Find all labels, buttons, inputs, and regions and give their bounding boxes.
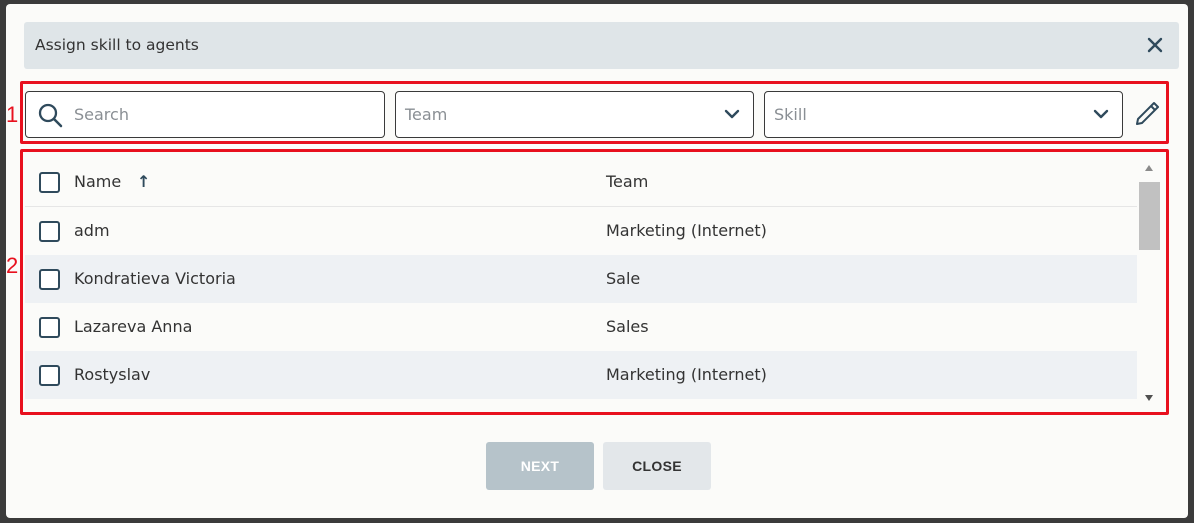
close-button[interactable]: CLOSE <box>603 442 711 490</box>
scrollbar-thumb[interactable] <box>1139 182 1160 250</box>
search-icon <box>38 103 63 128</box>
next-button[interactable]: NEXT <box>486 442 594 490</box>
row-name: Kondratieva Victoria <box>74 269 236 288</box>
close-icon[interactable] <box>1144 34 1166 56</box>
table-row[interactable]: Rostyslav Marketing (Internet) <box>25 351 1137 399</box>
row-name: adm <box>74 221 110 240</box>
skill-placeholder: Skill <box>774 105 807 124</box>
team-placeholder: Team <box>405 105 448 124</box>
row-checkbox[interactable] <box>39 221 60 242</box>
chevron-down-icon <box>724 109 740 119</box>
pencil-icon[interactable] <box>1133 100 1161 128</box>
scroll-up-arrow-icon[interactable] <box>1144 164 1154 172</box>
search-placeholder: Search <box>74 105 129 124</box>
scroll-down-arrow-icon[interactable] <box>1144 394 1154 402</box>
table-header-row: Name ↑ Team <box>25 158 1137 207</box>
annotation-marker-2: 2 <box>6 253 19 278</box>
sort-ascending-icon[interactable]: ↑ <box>137 173 151 191</box>
annotation-marker-1: 1 <box>6 102 19 127</box>
row-checkbox[interactable] <box>39 269 60 290</box>
row-name: Lazareva Anna <box>74 317 193 336</box>
row-team: Sale <box>606 269 641 288</box>
column-header-team[interactable]: Team <box>606 172 648 191</box>
row-checkbox[interactable] <box>39 365 60 386</box>
chevron-down-icon <box>1093 109 1109 119</box>
column-header-name[interactable]: Name <box>74 172 121 191</box>
dialog-title: Assign skill to agents <box>35 36 199 54</box>
select-all-checkbox[interactable] <box>39 172 60 193</box>
table-row[interactable]: Kondratieva Victoria Sale <box>25 255 1137 303</box>
row-team: Marketing (Internet) <box>606 365 767 384</box>
dialog-header: Assign skill to agents <box>24 22 1179 69</box>
skill-select[interactable]: Skill <box>764 91 1123 138</box>
row-checkbox[interactable] <box>39 317 60 338</box>
table-row[interactable]: adm Marketing (Internet) <box>25 207 1137 255</box>
search-input[interactable]: Search <box>25 91 385 138</box>
row-name: Rostyslav <box>74 365 151 384</box>
table-row[interactable]: Lazareva Anna Sales <box>25 303 1137 351</box>
team-select[interactable]: Team <box>395 91 754 138</box>
table-scrollbar[interactable] <box>1139 158 1160 409</box>
row-team: Sales <box>606 317 649 336</box>
row-team: Marketing (Internet) <box>606 221 767 240</box>
